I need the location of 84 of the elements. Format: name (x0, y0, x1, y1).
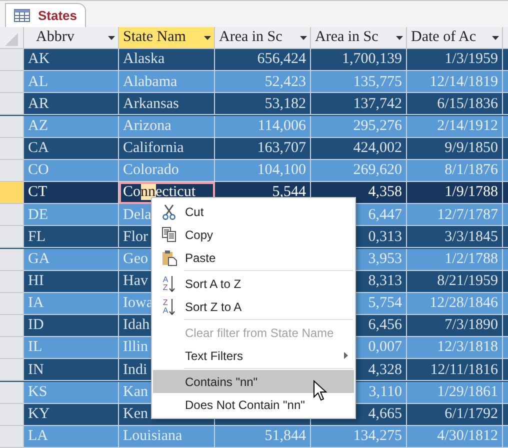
table-cell: 424,002 (311, 138, 407, 160)
table-cell: 8/21/1959 (407, 270, 503, 293)
table-cell: IL (24, 337, 119, 360)
select-all-corner[interactable] (0, 27, 24, 49)
table-cell: CT (24, 182, 119, 204)
table-cell: CO (24, 160, 119, 182)
table-cell: 295,276 (311, 116, 407, 138)
table-cell: Arizona (119, 116, 215, 138)
table-cell: 269,620 (311, 160, 407, 182)
table-cell: AZ (24, 116, 119, 138)
table-cell: LA (24, 426, 119, 448)
scissors-icon (162, 204, 176, 220)
table-cell: 52,423 (215, 71, 311, 94)
copy-icon (162, 227, 176, 242)
states-tab[interactable]: States (5, 3, 86, 27)
cursor-icon (313, 380, 327, 401)
table-cell: KS (24, 382, 119, 404)
table-cell: 12/7/1787 (407, 204, 503, 226)
table-cell: Alabama (119, 71, 215, 94)
table-cell: 163,707 (215, 138, 311, 160)
column-header[interactable]: Date of Ac (407, 27, 503, 49)
table-cell: 114,006 (215, 116, 311, 138)
table-cell: 12/11/1816 (407, 359, 503, 382)
table-cell: 12/3/1818 (407, 337, 503, 360)
row-selector[interactable] (0, 93, 24, 116)
table-cell: 51,844 (215, 426, 311, 448)
table-cell: Arkansas (119, 93, 215, 116)
table-cell: 135,775 (311, 71, 407, 94)
table-cell: KY (24, 404, 119, 426)
table-cell: ID (24, 315, 119, 338)
table-cell: 137,742 (311, 93, 407, 116)
table-cell: AK (24, 49, 119, 72)
column-header[interactable]: Area in Sc (215, 27, 311, 49)
table-cell: FL (24, 226, 119, 248)
table-cell: 1/3/1959 (407, 49, 503, 72)
table-cell: IN (24, 359, 119, 382)
dropdown-arrow-icon (396, 36, 403, 40)
corner-triangle-icon (5, 33, 18, 46)
table-cell: 7/3/1890 (407, 315, 503, 338)
dropdown-arrow-icon (300, 36, 307, 40)
table-cell: 12/14/1819 (407, 71, 503, 94)
table-cell: 53,182 (215, 93, 311, 116)
table-cell: 656,424 (215, 49, 311, 72)
table-cell: 104,100 (215, 160, 311, 182)
table-cell: 9/9/1850 (407, 138, 503, 160)
column-header[interactable]: Abbrv (24, 27, 119, 49)
menu-item[interactable]: Contains "nn" (153, 370, 354, 393)
table-cell: GA (24, 248, 119, 271)
dropdown-arrow-icon (108, 36, 115, 40)
table-cell: Louisiana (119, 426, 215, 448)
table-cell: 1/2/1788 (407, 248, 503, 271)
table-cell: 12/28/1846 (407, 292, 503, 315)
row-selector[interactable] (0, 116, 24, 138)
table-cell: 4/30/1812 (407, 426, 503, 448)
dropdown-arrow-icon (492, 36, 499, 40)
table-cell: HI (24, 270, 119, 293)
table-cell: 1/29/1861 (407, 382, 503, 404)
row-selector[interactable] (0, 248, 24, 271)
table-cell: California (119, 138, 215, 160)
table-icon (14, 9, 30, 22)
column-header[interactable]: State Nam (119, 27, 215, 49)
table-cell: Alaska (119, 49, 215, 72)
table-cell: DE (24, 204, 119, 226)
row-selector[interactable] (0, 359, 24, 382)
column-header[interactable]: Area in Sc (311, 27, 407, 49)
paste-icon (162, 250, 176, 266)
row-selector[interactable] (0, 382, 24, 404)
row-selector[interactable] (0, 226, 24, 248)
table-cell: 6/1/1792 (407, 404, 503, 426)
table-cell: 1/9/1788 (407, 182, 503, 204)
table-cell: 1,700,139 (311, 49, 407, 72)
table-cell: AL (24, 71, 119, 94)
table-cell: 8/1/1876 (407, 160, 503, 182)
table-cell: 134,275 (311, 426, 407, 448)
table-cell: Colorado (119, 160, 215, 182)
table-cell: IA (24, 292, 119, 315)
table-cell: CA (24, 138, 119, 160)
tab-title: States (38, 6, 78, 25)
table-cell: 6/15/1836 (407, 93, 503, 116)
table-cell: 2/14/1912 (407, 116, 503, 138)
submenu-arrow-icon (344, 352, 348, 359)
table-cell: 3/3/1845 (407, 226, 503, 248)
dropdown-arrow-icon (204, 36, 211, 40)
table-cell: AR (24, 93, 119, 116)
